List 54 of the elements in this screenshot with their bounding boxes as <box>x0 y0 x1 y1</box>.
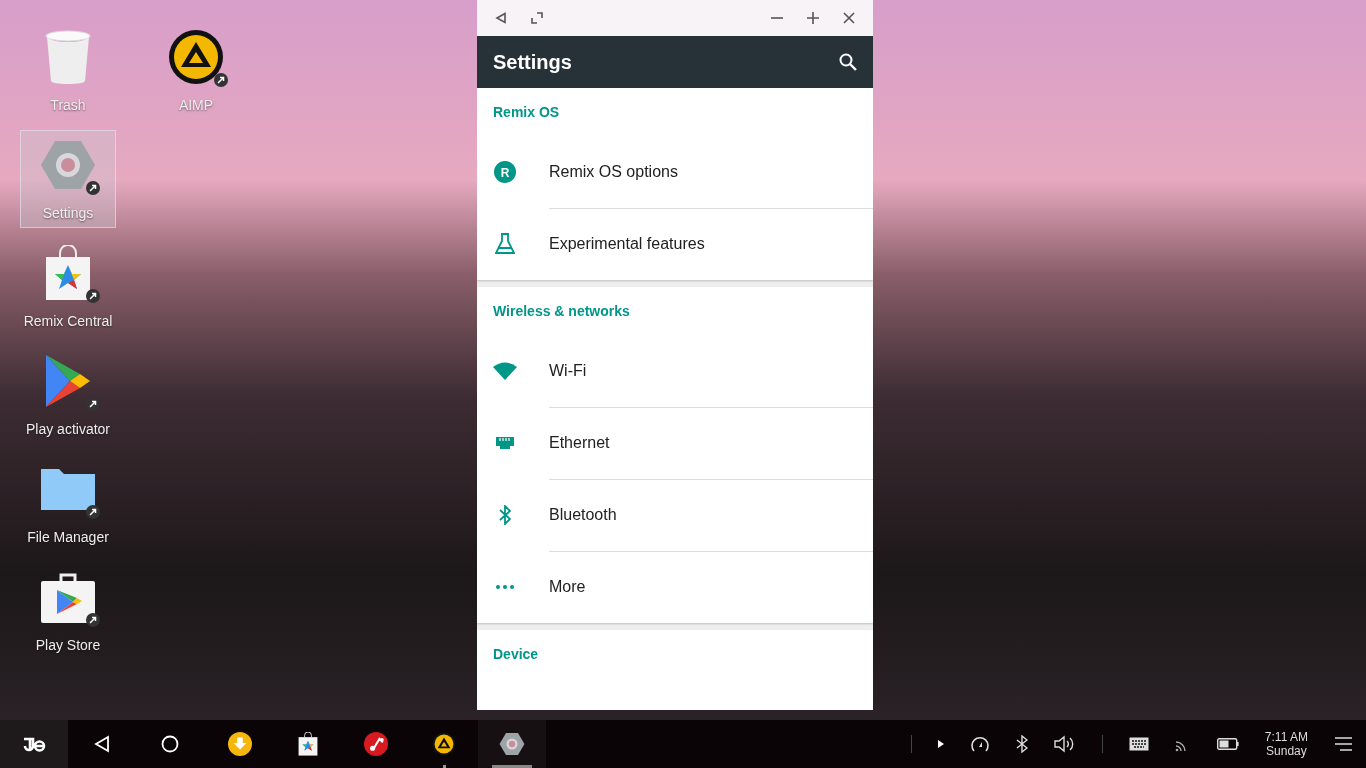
shortcut-label: Settings <box>42 205 94 221</box>
close-icon <box>842 11 856 25</box>
ethernet-port-icon <box>495 434 515 452</box>
shopping-bag-star-icon <box>296 732 320 756</box>
desktop-shortcut[interactable]: Play activator <box>20 346 116 444</box>
shortcut-label: Trash <box>50 97 86 113</box>
taskbar-app[interactable] <box>478 720 546 768</box>
shortcut-label: Play Store <box>35 637 101 653</box>
shortcut-label: Remix Central <box>23 313 113 329</box>
shopping-bag-star-icon <box>45 245 91 301</box>
menu-icon[interactable] <box>1334 736 1352 752</box>
back-icon <box>495 12 507 24</box>
flask-icon <box>495 233 515 255</box>
remix-logo-icon: R <box>494 161 516 183</box>
volume-icon[interactable] <box>1053 735 1076 753</box>
search-icon[interactable] <box>838 52 858 72</box>
settings-item[interactable]: Bluetooth <box>477 479 873 551</box>
wifi-icon <box>493 362 517 380</box>
shortcut-label: Play activator <box>25 421 110 437</box>
desktop-shortcut[interactable]: Remix Central <box>20 238 116 336</box>
logo-icon <box>22 735 46 753</box>
triangle-logo-icon <box>432 732 456 756</box>
desktop-shortcut[interactable]: File Manager <box>20 454 116 552</box>
resize-icon <box>531 12 543 24</box>
keyboard-icon[interactable] <box>1128 737 1149 751</box>
bluetooth-icon <box>499 505 511 525</box>
plus-icon <box>806 11 820 25</box>
hex-nut-icon <box>40 139 96 191</box>
start-button[interactable] <box>0 720 68 768</box>
expand-arrow-icon[interactable] <box>937 740 944 748</box>
section-header: Device <box>492 645 540 664</box>
settings-item[interactable]: Experimental features <box>477 208 873 280</box>
shortcut-label: File Manager <box>27 529 109 545</box>
music-note-icon <box>364 732 388 756</box>
trash-can-icon <box>44 29 92 85</box>
settings-item[interactable]: More <box>477 551 873 623</box>
more-dots-icon <box>496 585 514 589</box>
speedometer-icon[interactable] <box>969 734 990 754</box>
battery-icon[interactable] <box>1216 738 1239 750</box>
shortcut-label: AIMP <box>178 97 214 113</box>
settings-item[interactable]: Wi-Fi <box>477 335 873 407</box>
play-triangle-icon <box>44 354 92 408</box>
bluetooth-icon[interactable] <box>1015 735 1028 753</box>
triangle-logo-icon <box>168 29 224 85</box>
desktop-shortcut[interactable]: Play Store <box>20 562 116 660</box>
folder-icon <box>40 467 96 511</box>
app-title: Settings <box>493 50 572 74</box>
settings-item[interactable]: R Remix OS options <box>477 136 873 208</box>
clock-day: Sunday <box>1266 744 1307 758</box>
section-header: Remix OS <box>492 103 561 122</box>
clock-time: 7:11 AM <box>1264 730 1308 744</box>
settings-item[interactable]: Ethernet <box>477 407 873 479</box>
section-header: Wireless & networks <box>492 302 631 321</box>
hex-nut-icon <box>498 732 526 756</box>
